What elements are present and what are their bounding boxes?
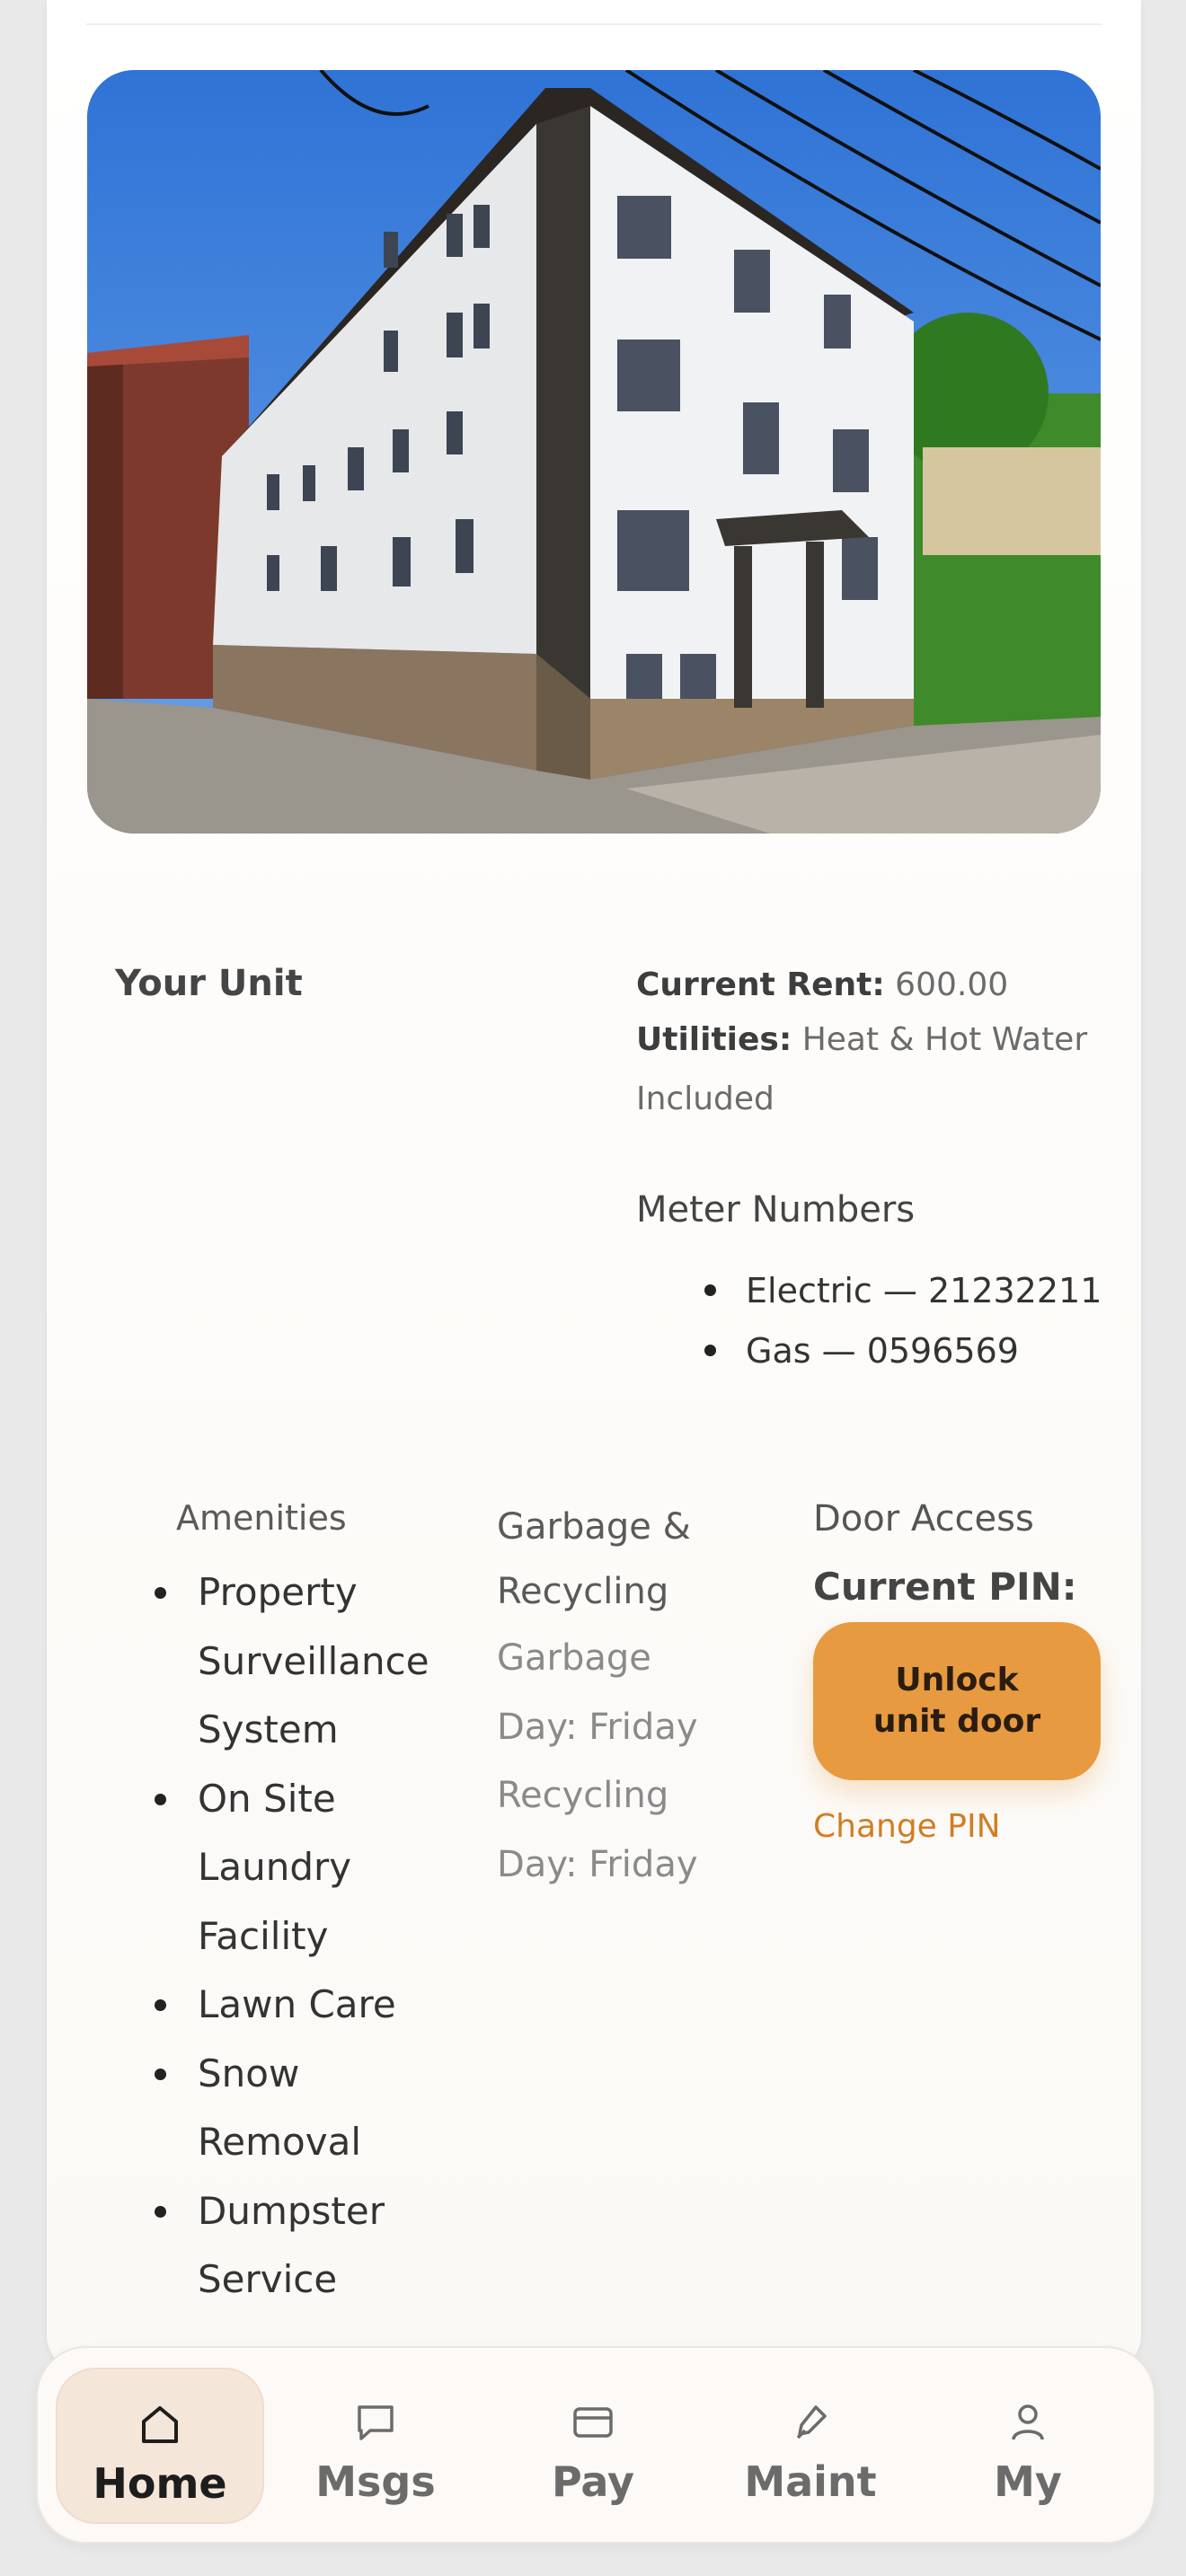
utilities-label: Utilities: — [636, 1021, 792, 1058]
building-photo — [87, 70, 1101, 834]
rent-label: Current Rent: — [636, 966, 885, 1003]
nav-maint-label: Maint — [744, 2457, 877, 2506]
garbage-heading: Garbage & Recycling — [497, 1506, 691, 1612]
garbage-day: Garbage Day: Friday — [497, 1637, 698, 1748]
meter-electric: Electric — 21232211 — [704, 1263, 1102, 1323]
amenity-item: Snow Removal — [155, 2040, 440, 2177]
amenity-item: Dumpster Service — [155, 2177, 440, 2315]
unlock-unit-door-button[interactable]: Unlock unit door — [813, 1622, 1101, 1780]
nav-msgs[interactable]: Msgs — [273, 2368, 478, 2520]
person-icon — [1012, 2404, 1044, 2440]
nav-home-label: Home — [93, 2459, 227, 2508]
nav-msgs-label: Msgs — [315, 2457, 436, 2506]
card-icon — [573, 2407, 613, 2438]
garbage-schedule: Garbage Day: Friday Recycling Day: Frida… — [497, 1624, 730, 1899]
nav-my-label: My — [994, 2457, 1062, 2506]
current-pin-label: Current PIN: — [813, 1565, 1077, 1609]
wrench-icon — [796, 2405, 827, 2439]
amenities-heading: Amenities — [176, 1498, 347, 1538]
bottom-nav: Home Msgs Pay Maint My — [36, 2346, 1155, 2544]
divider — [86, 23, 1102, 25]
meter-list: Electric — 21232211 Gas — 0596569 — [704, 1263, 1102, 1383]
amenity-item: Property Surveillance System — [155, 1558, 440, 1765]
your-unit-heading: Your Unit — [115, 963, 303, 1004]
amenity-item: On Site Laundry Facility — [155, 1765, 440, 1972]
message-icon — [358, 2405, 394, 2440]
rent-value: 600.00 — [895, 966, 1009, 1003]
amenity-item: Lawn Care — [155, 1971, 440, 2040]
recycling-day: Recycling Day: Friday — [497, 1775, 698, 1885]
change-pin-link[interactable]: Change PIN — [813, 1808, 1001, 1845]
nav-maint[interactable]: Maint — [708, 2368, 913, 2520]
utilities: Utilities: Heat & Hot Water Included — [636, 1010, 1103, 1129]
nav-my[interactable]: My — [925, 2368, 1130, 2520]
meter-gas: Gas — 0596569 — [704, 1323, 1102, 1383]
home-icon — [142, 2406, 178, 2443]
nav-home[interactable]: Home — [56, 2368, 264, 2524]
current-rent: Current Rent: 600.00 — [636, 966, 1008, 1003]
amenities-list: Property Surveillance System On Site Lau… — [155, 1558, 440, 2315]
meter-numbers-heading: Meter Numbers — [636, 1189, 916, 1231]
nav-pay[interactable]: Pay — [491, 2368, 695, 2520]
door-access-heading: Door Access — [813, 1498, 1034, 1539]
nav-pay-label: Pay — [551, 2457, 635, 2506]
